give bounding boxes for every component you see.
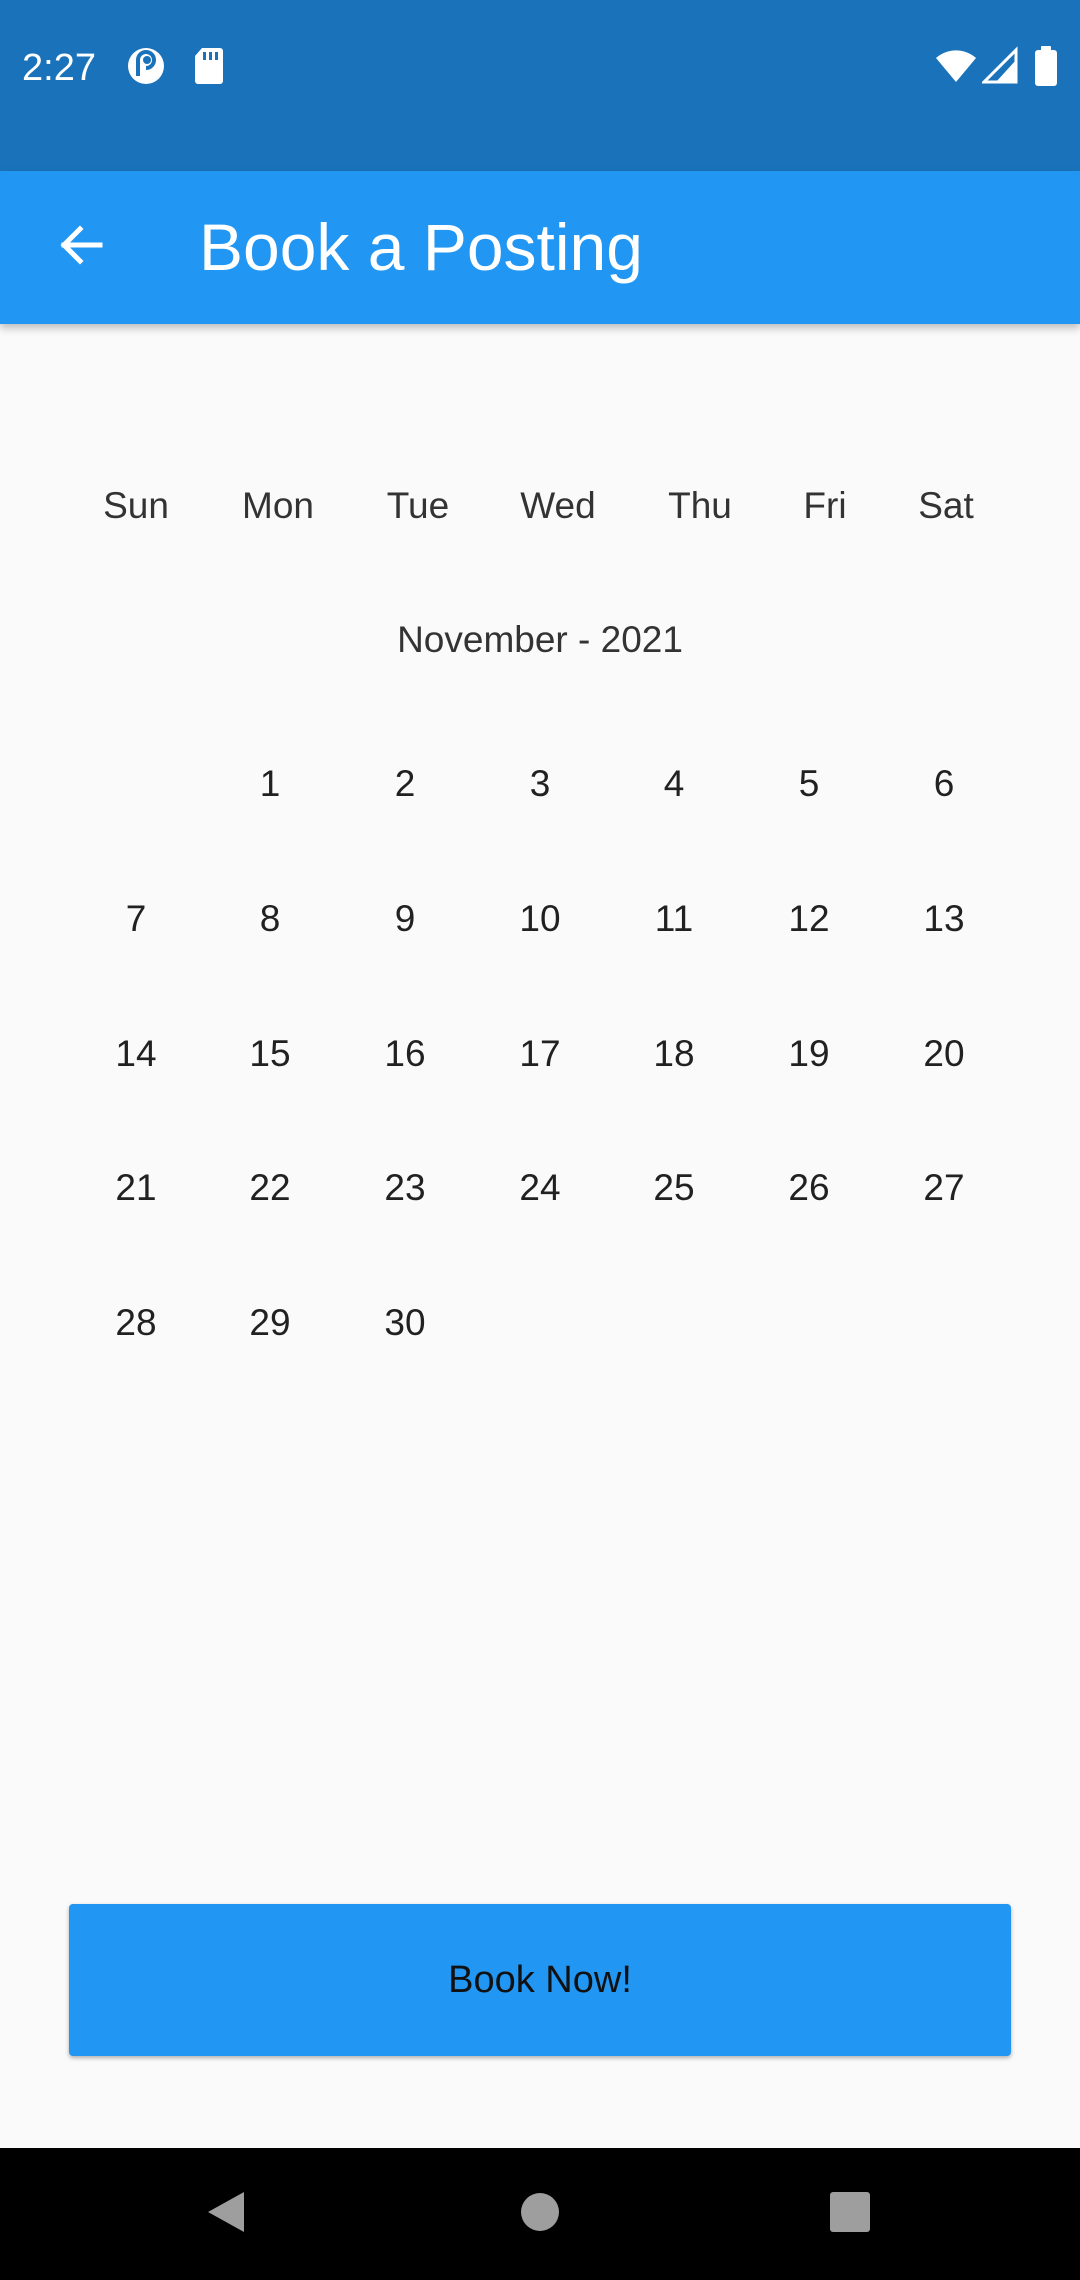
book-now-label: Book Now! bbox=[448, 1958, 632, 2001]
calendar-day[interactable]: 17 bbox=[480, 1014, 600, 1094]
weekday-tue: Tue bbox=[386, 485, 450, 526]
calendar-day[interactable]: 3 bbox=[480, 744, 600, 824]
weekday-mon: Mon bbox=[242, 485, 314, 526]
book-now-button[interactable]: Book Now! bbox=[69, 1904, 1011, 2056]
calendar-day[interactable]: 16 bbox=[345, 1014, 465, 1094]
calendar-day[interactable]: 19 bbox=[749, 1014, 869, 1094]
calendar-day[interactable]: 4 bbox=[614, 744, 734, 824]
signal-icon bbox=[982, 46, 1018, 86]
back-button[interactable] bbox=[40, 207, 120, 287]
weekday-header: Sun Mon Tue Wed Thu Fri Sat bbox=[0, 466, 1080, 546]
calendar-day[interactable]: 12 bbox=[749, 879, 869, 959]
calendar-day[interactable]: 29 bbox=[210, 1283, 330, 1363]
status-time: 2:27 bbox=[22, 47, 96, 89]
calendar-day[interactable]: 20 bbox=[884, 1014, 1004, 1094]
calendar-week: 28 29 30 bbox=[0, 1283, 1080, 1363]
calendar-week: 14 15 16 17 18 19 20 bbox=[0, 1014, 1080, 1094]
calendar-week: 21 22 23 24 25 26 27 bbox=[0, 1148, 1080, 1228]
calendar-day[interactable]: 30 bbox=[345, 1283, 465, 1363]
calendar-day[interactable]: 13 bbox=[884, 879, 1004, 959]
battery-icon bbox=[1034, 46, 1058, 86]
nav-back-button[interactable] bbox=[186, 2174, 266, 2254]
recents-square-icon bbox=[829, 2191, 871, 2238]
nav-home-button[interactable] bbox=[500, 2174, 580, 2254]
calendar-day[interactable]: 14 bbox=[76, 1014, 196, 1094]
calendar-day[interactable]: 6 bbox=[884, 744, 1004, 824]
wifi-icon bbox=[934, 46, 978, 86]
month-label: November - 2021 bbox=[397, 619, 683, 660]
calendar-day[interactable]: 21 bbox=[76, 1148, 196, 1228]
arrow-left-icon bbox=[54, 219, 106, 276]
calendar-day[interactable]: 24 bbox=[480, 1148, 600, 1228]
calendar-day[interactable]: 28 bbox=[76, 1283, 196, 1363]
calendar-week: 7 8 9 10 11 12 13 bbox=[0, 879, 1080, 959]
home-circle-icon bbox=[519, 2191, 561, 2238]
calendar-day[interactable]: 8 bbox=[210, 879, 330, 959]
calendar-day[interactable]: 26 bbox=[749, 1148, 869, 1228]
calendar-day[interactable]: 2 bbox=[345, 744, 465, 824]
weekday-sun: Sun bbox=[103, 485, 169, 526]
calendar-day[interactable]: 15 bbox=[210, 1014, 330, 1094]
calendar-week: 1 2 3 4 5 6 bbox=[0, 744, 1080, 824]
calendar-day[interactable]: 7 bbox=[76, 879, 196, 959]
calendar-day[interactable]: 5 bbox=[749, 744, 869, 824]
calendar-day[interactable]: 25 bbox=[614, 1148, 734, 1228]
calendar-day[interactable]: 27 bbox=[884, 1148, 1004, 1228]
calendar-day[interactable]: 9 bbox=[345, 879, 465, 959]
app-bar: Book a Posting bbox=[0, 171, 1080, 324]
weekday-fri: Fri bbox=[803, 485, 847, 526]
nav-recents-button[interactable] bbox=[810, 2174, 890, 2254]
sd-card-icon bbox=[194, 46, 224, 86]
status-bar: 2:27 bbox=[0, 0, 1080, 171]
page-title: Book a Posting bbox=[199, 210, 643, 284]
weekday-thu: Thu bbox=[668, 485, 732, 526]
calendar-day[interactable]: 23 bbox=[345, 1148, 465, 1228]
weekday-wed: Wed bbox=[520, 485, 596, 526]
weekday-sat: Sat bbox=[918, 485, 974, 526]
calendar-day[interactable]: 22 bbox=[210, 1148, 330, 1228]
calendar-day[interactable]: 1 bbox=[210, 744, 330, 824]
calendar-day[interactable]: 18 bbox=[614, 1014, 734, 1094]
pocket-casts-icon bbox=[126, 46, 166, 86]
back-triangle-icon bbox=[204, 2188, 248, 2241]
system-nav-bar bbox=[0, 2148, 1080, 2280]
calendar-day[interactable]: 10 bbox=[480, 879, 600, 959]
calendar-day[interactable]: 11 bbox=[614, 879, 734, 959]
